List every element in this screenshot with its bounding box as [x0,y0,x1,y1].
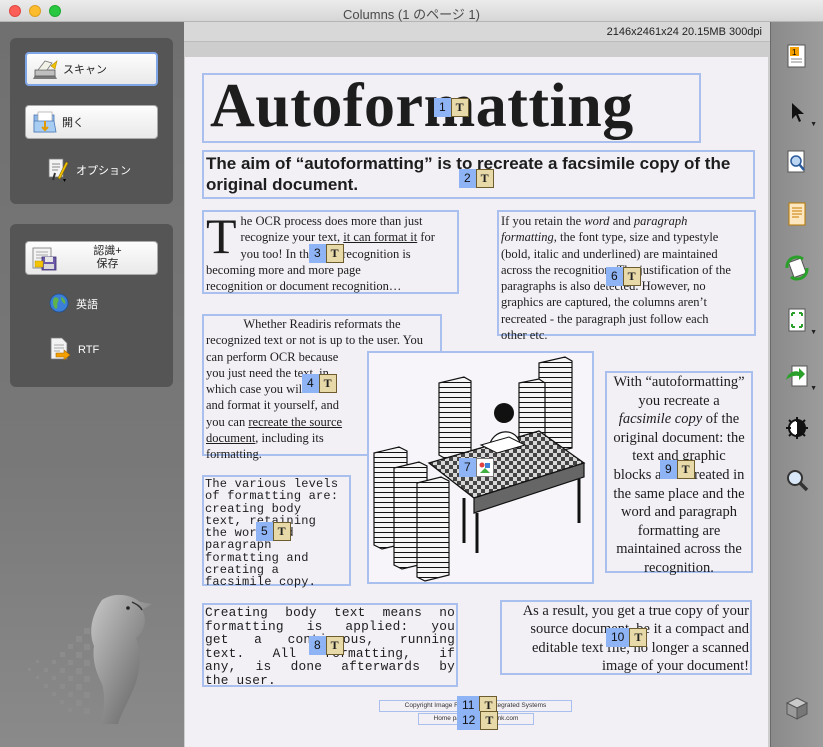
deskew-tool[interactable] [783,414,811,442]
select-tool[interactable]: ▼ [783,98,817,128]
readiris-eagle-logo [22,588,162,733]
image-info-bar: 2146x2461x24 20.15MB 300dpi [184,22,770,42]
zone-badge-5[interactable]: 5 T [256,522,291,541]
scanner-icon [33,59,59,84]
options-button[interactable]: ▾ オプション [46,156,131,184]
zone-badge-10[interactable]: 10 T [606,628,648,647]
text-zone-icon: T [622,267,641,286]
export-tool[interactable]: ▼ [783,362,817,392]
options-icon: ▾ [46,156,70,185]
text-zone-icon: T [318,374,337,393]
arrow-cursor-icon [792,103,804,122]
scan-button[interactable]: スキャン [25,52,158,86]
chevron-down-icon: ▼ [810,329,817,336]
zoom-tool[interactable] [783,466,811,494]
text-document-icon [788,202,806,226]
title-bar: Columns (1 のページ 1) [0,0,823,22]
format-label: RTF [78,344,100,356]
text-edit-tool[interactable] [783,200,811,228]
window-title: Columns (1 のページ 1) [343,7,480,22]
language-label: 英語 [76,299,98,311]
right-toolbar: 1 ▼ ▼ ▼ [770,22,823,747]
recognize-save-button[interactable]: 認識+ 保存 [25,241,158,275]
recognize-save-label: 認識+ 保存 [93,245,122,270]
left-sidebar: スキャン 開く ▾ オプション 認識+ 保存 英語 RTF [0,22,184,747]
drop-cap: T [206,208,237,264]
rotate-tool[interactable] [783,254,811,282]
document-view[interactable]: Autoformatting 1 T The aim of “autoforma… [184,42,770,747]
crop-tool[interactable]: ▼ [783,306,817,336]
rtf-document-icon [48,337,72,364]
zone-badge-1[interactable]: 1 T [434,98,469,117]
scan-label: スキャン [63,64,107,76]
svg-text:▾: ▾ [63,178,66,182]
picture-zone-icon [475,458,494,477]
text-zone-icon: T [272,522,291,541]
cube-icon [785,697,809,720]
save-icon [32,247,60,274]
rotate-icon [785,255,809,281]
chevron-down-icon: ▼ [810,121,817,128]
zoom-zone-tool[interactable] [783,148,811,176]
magnifier-icon [787,470,809,492]
open-label: 開く [62,117,84,129]
crop-icon [788,308,806,332]
chevron-down-icon: ▼ [810,385,817,392]
svg-text:1: 1 [792,48,797,57]
zone-badge-7[interactable]: 7 [459,458,494,477]
zone-badge-6[interactable]: 6 T [606,267,641,286]
scanned-page: Autoformatting 1 T The aim of “autoforma… [185,57,768,747]
zone-badge-4[interactable]: 4 T [302,374,337,393]
page-arrow-icon [786,365,808,387]
zone-badge-3[interactable]: 3 T [309,244,344,263]
globe-icon [48,292,70,317]
text-zone-icon: T [325,244,344,263]
zone-badge-9[interactable]: 9 T [660,460,695,479]
text-zone-icon: T [676,460,695,479]
zone-badge-2[interactable]: 2 T [459,169,494,188]
zone-badge-12[interactable]: 12 T [457,711,499,730]
document-magnifier-icon [787,150,805,173]
scan-panel: スキャン 開く ▾ オプション [10,38,173,204]
3d-view-tool[interactable] [783,694,811,722]
options-label: オプション [76,165,131,177]
text-zone-icon: T [325,636,344,655]
text-zone-icon: T [450,98,469,117]
output-panel: 認識+ 保存 英語 RTF [10,224,173,387]
format-button[interactable]: RTF [48,336,99,364]
zone-badge-8[interactable]: 8 T [309,636,344,655]
open-folder-icon [32,111,58,138]
page-thumbnail-tool[interactable]: 1 [783,42,811,70]
settings-gear-icon [786,417,808,439]
text-zone-icon: T [629,628,648,647]
text-zone-icon: T [480,711,499,730]
text-zone-icon: T [475,169,494,188]
page-number-icon: 1 [787,44,806,68]
language-button[interactable]: 英語 [48,290,98,318]
open-button[interactable]: 開く [25,105,158,139]
